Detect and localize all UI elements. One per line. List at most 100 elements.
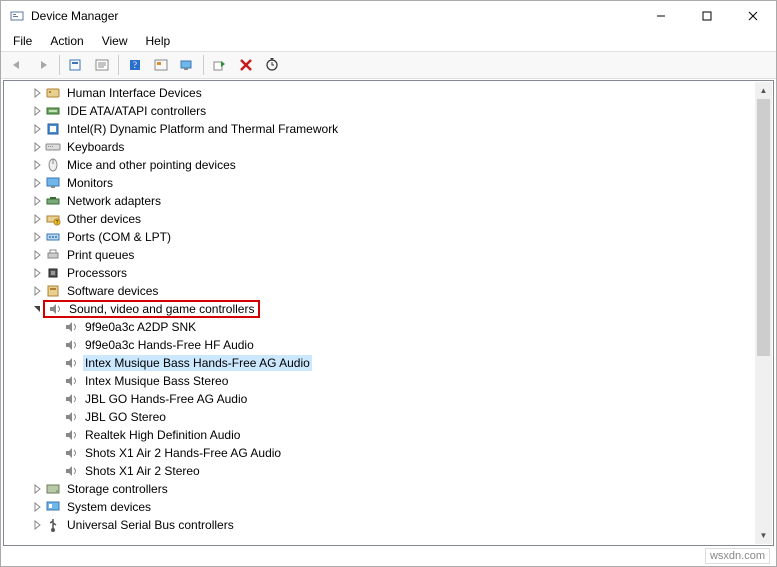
tree-node-label[interactable]: 9f9e0a3c Hands-Free HF Audio — [83, 337, 256, 353]
sound-icon — [63, 355, 79, 371]
tree-node-label[interactable]: Human Interface Devices — [65, 85, 204, 101]
uninstall-button[interactable] — [234, 54, 258, 76]
tree-node[interactable]: JBL GO Stereo — [5, 408, 755, 426]
tree-node-label[interactable]: Ports (COM & LPT) — [65, 229, 173, 245]
tree-node[interactable]: JBL GO Hands-Free AG Audio — [5, 390, 755, 408]
tree-node-label[interactable]: 9f9e0a3c A2DP SNK — [83, 319, 198, 335]
expand-icon[interactable] — [29, 103, 45, 119]
expand-icon[interactable] — [29, 517, 45, 533]
expander-spacer — [47, 463, 63, 479]
tree-node-label[interactable]: Storage controllers — [65, 481, 170, 497]
tree-node-label[interactable]: Keyboards — [65, 139, 126, 155]
other-icon: ? — [45, 211, 61, 227]
tree-node[interactable]: Human Interface Devices — [5, 84, 755, 102]
scroll-up-button[interactable]: ▲ — [755, 82, 772, 99]
tree-node[interactable]: IDE ATA/ATAPI controllers — [5, 102, 755, 120]
properties-button[interactable] — [90, 54, 114, 76]
tree-node[interactable]: Keyboards — [5, 138, 755, 156]
tree-node-label[interactable]: Processors — [65, 265, 129, 281]
vertical-scrollbar[interactable]: ▲ ▼ — [755, 82, 772, 544]
expand-icon[interactable] — [29, 121, 45, 137]
tree-node[interactable]: Intex Musique Bass Stereo — [5, 372, 755, 390]
expand-icon[interactable] — [29, 265, 45, 281]
scroll-track[interactable] — [755, 99, 772, 527]
device-tree[interactable]: Human Interface Devices IDE ATA/ATAPI con… — [5, 82, 755, 544]
monitor-icon — [45, 175, 61, 191]
scan-hardware-button[interactable] — [260, 54, 284, 76]
tree-node-label[interactable]: Shots X1 Air 2 Stereo — [83, 463, 202, 479]
minimize-button[interactable] — [638, 1, 684, 31]
menu-view[interactable]: View — [94, 32, 136, 50]
tree-node[interactable]: Shots X1 Air 2 Stereo — [5, 462, 755, 480]
expander-spacer — [47, 409, 63, 425]
expand-icon[interactable] — [29, 211, 45, 227]
tree-node[interactable]: Ports (COM & LPT) — [5, 228, 755, 246]
tree-node-label[interactable]: Software devices — [65, 283, 160, 299]
tree-node-label[interactable]: Realtek High Definition Audio — [83, 427, 242, 443]
back-button[interactable] — [5, 54, 29, 76]
tree-node-label[interactable]: Sound, video and game controllers — [67, 301, 256, 317]
tree-node-label[interactable]: IDE ATA/ATAPI controllers — [65, 103, 208, 119]
tree-node[interactable]: Universal Serial Bus controllers — [5, 516, 755, 534]
tree-node-label[interactable]: Shots X1 Air 2 Hands-Free AG Audio — [83, 445, 283, 461]
tree-node-label[interactable]: JBL GO Stereo — [83, 409, 168, 425]
tree-node-label[interactable]: Network adapters — [65, 193, 163, 209]
tree-node-label[interactable]: Print queues — [65, 247, 136, 263]
menu-file[interactable]: File — [5, 32, 40, 50]
tree-node-label[interactable]: Mice and other pointing devices — [65, 157, 238, 173]
menu-help[interactable]: Help — [138, 32, 179, 50]
expander-spacer — [47, 427, 63, 443]
tree-node[interactable]: Software devices — [5, 282, 755, 300]
tree-node[interactable]: Monitors — [5, 174, 755, 192]
tree-node-label[interactable]: System devices — [65, 499, 153, 515]
expand-icon[interactable] — [29, 481, 45, 497]
enable-device-button[interactable] — [208, 54, 232, 76]
expand-icon[interactable] — [29, 193, 45, 209]
expand-icon[interactable] — [29, 85, 45, 101]
expand-icon[interactable] — [29, 139, 45, 155]
close-button[interactable] — [730, 1, 776, 31]
tree-node[interactable]: Mice and other pointing devices — [5, 156, 755, 174]
expand-icon[interactable] — [29, 247, 45, 263]
tree-node[interactable]: Realtek High Definition Audio — [5, 426, 755, 444]
tree-node[interactable]: 9f9e0a3c Hands-Free HF Audio — [5, 336, 755, 354]
forward-button[interactable] — [31, 54, 55, 76]
tree-node-label[interactable]: Intel(R) Dynamic Platform and Thermal Fr… — [65, 121, 340, 137]
scroll-down-button[interactable]: ▼ — [755, 527, 772, 544]
tree-node-label[interactable]: JBL GO Hands-Free AG Audio — [83, 391, 249, 407]
expand-icon[interactable] — [29, 229, 45, 245]
ide-icon — [45, 103, 61, 119]
expand-icon[interactable] — [29, 283, 45, 299]
show-hidden-button[interactable] — [64, 54, 88, 76]
tree-node[interactable]: Shots X1 Air 2 Hands-Free AG Audio — [5, 444, 755, 462]
tree-node[interactable]: Intel(R) Dynamic Platform and Thermal Fr… — [5, 120, 755, 138]
app-icon — [9, 8, 25, 24]
expand-icon[interactable] — [29, 175, 45, 191]
sound-icon — [63, 409, 79, 425]
tree-node[interactable]: Network adapters — [5, 192, 755, 210]
tree-node[interactable]: Storage controllers — [5, 480, 755, 498]
tree-node[interactable]: Processors — [5, 264, 755, 282]
sound-icon — [63, 445, 79, 461]
tree-node[interactable]: Sound, video and game controllers — [5, 300, 755, 318]
tree-node[interactable]: 9f9e0a3c A2DP SNK — [5, 318, 755, 336]
tree-node[interactable]: ? Other devices — [5, 210, 755, 228]
tree-node[interactable]: System devices — [5, 498, 755, 516]
tree-node[interactable]: Print queues — [5, 246, 755, 264]
devices-button[interactable] — [175, 54, 199, 76]
tree-node-label[interactable]: Other devices — [65, 211, 143, 227]
svg-text:?: ? — [56, 220, 59, 226]
update-driver-button[interactable] — [149, 54, 173, 76]
tree-node-label[interactable]: Monitors — [65, 175, 115, 191]
maximize-button[interactable] — [684, 1, 730, 31]
help-button[interactable]: ? — [123, 54, 147, 76]
expand-icon[interactable] — [29, 499, 45, 515]
tree-node-label[interactable]: Intex Musique Bass Stereo — [83, 373, 230, 389]
menu-action[interactable]: Action — [42, 32, 91, 50]
scroll-thumb[interactable] — [757, 99, 770, 356]
expand-icon[interactable] — [29, 157, 45, 173]
tree-node-label[interactable]: Intex Musique Bass Hands-Free AG Audio — [83, 355, 312, 371]
tree-node[interactable]: Intex Musique Bass Hands-Free AG Audio — [5, 354, 755, 372]
menubar: File Action View Help — [1, 31, 776, 51]
tree-node-label[interactable]: Universal Serial Bus controllers — [65, 517, 236, 533]
